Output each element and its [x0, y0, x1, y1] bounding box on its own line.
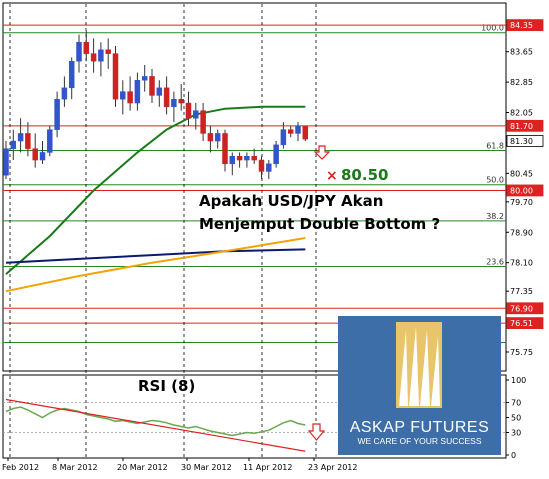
candle-body: [214, 133, 221, 142]
fib-label: 61.8: [486, 142, 504, 151]
price-tick-label: 75.75: [510, 348, 533, 357]
candle-body: [266, 163, 272, 172]
candle: [112, 46, 119, 107]
candle-body: [171, 98, 177, 108]
candle-body: [178, 98, 184, 104]
candle-body: [251, 155, 257, 161]
candle-body: [112, 53, 119, 100]
candle-body: [10, 140, 17, 149]
candle: [47, 125, 53, 157]
candle-body: [287, 129, 294, 134]
rsi-tick-label: 30: [511, 429, 521, 438]
askap-logo: ASKAP FUTURES WE CARE OF YOUR SUCCESS: [338, 316, 501, 455]
chart-svg: 100.061.850.038.223.6 84.3583.6582.8582.…: [2, 2, 544, 472]
candle-body: [32, 148, 38, 161]
rsi-title: RSI (8): [138, 377, 195, 395]
candle: [273, 141, 279, 168]
fib-label: 50.0: [486, 176, 504, 185]
price-tick-label: 82.05: [510, 109, 533, 118]
candle-body: [90, 53, 97, 62]
candle-body: [120, 91, 126, 100]
candle-body: [54, 98, 60, 130]
candle-body: [134, 79, 141, 104]
candle-body: [105, 49, 111, 54]
candle-body: [156, 87, 163, 96]
candle-body: [222, 133, 228, 165]
candle-body: [273, 144, 279, 165]
target-label: 80.50: [341, 166, 388, 184]
candle-body: [244, 155, 250, 161]
candle-body: [3, 148, 9, 176]
cross-icon: ×: [326, 168, 338, 184]
candle-body: [39, 152, 46, 161]
logo-tagline: WE CARE OF YOUR SUCCESS: [357, 436, 481, 446]
price-tick-label: 82.85: [510, 78, 533, 87]
candle-body: [76, 41, 82, 62]
price-box-label: 81.70: [510, 122, 533, 131]
candle-body: [280, 129, 287, 146]
price-box-label: 84.35: [510, 21, 533, 30]
price-tick-label: 77.35: [510, 287, 533, 296]
rsi-tick-label: 100: [511, 376, 526, 385]
price-box-label: 76.90: [510, 304, 533, 313]
logo-emblem-icon: [396, 322, 442, 408]
rsi-tick-label: 70: [511, 399, 521, 408]
logo-brand: ASKAP FUTURES: [350, 419, 490, 436]
candle-body: [61, 87, 68, 100]
candle-body: [141, 76, 148, 81]
headline-line-2: Menjemput Double Bottom ?: [199, 215, 440, 233]
candle-body: [47, 129, 53, 153]
price-tick-label: 78.90: [510, 228, 533, 237]
fib-label: 23.6: [486, 257, 504, 266]
price-tick-label: 78.10: [510, 259, 533, 268]
candle-body: [236, 155, 243, 161]
candle-body: [302, 125, 309, 140]
price-axis: 84.3583.6582.8582.0581.2580.4579.7078.90…: [506, 21, 533, 460]
candle-body: [229, 155, 236, 165]
time-tick-label: 11 Apr 2012: [243, 463, 292, 472]
price-tick-label: 83.65: [510, 48, 533, 57]
candle-body: [149, 76, 155, 96]
time-tick-label: 20 Mar 2012: [117, 463, 168, 472]
price-box-label: 81.30: [510, 137, 533, 146]
candle-body: [193, 110, 199, 119]
candle-body: [83, 41, 90, 54]
candle-body: [295, 125, 301, 134]
time-tick-label: 8 Mar 2012: [52, 463, 98, 472]
time-tick-label: 23 Apr 2012: [308, 463, 357, 472]
rsi-tick-label: 50: [511, 414, 521, 423]
price-tick-label: 80.45: [510, 169, 533, 178]
candle: [302, 125, 309, 142]
candle-body: [258, 159, 265, 172]
candle-body: [163, 87, 170, 108]
candle-body: [68, 60, 75, 89]
time-tick-label: 30 Mar 2012: [181, 463, 232, 472]
rsi-tick-label: 0: [511, 451, 516, 460]
time-axis: Feb 2012 8 Mar 2012 20 Mar 2012 30 Mar 2012…: [2, 458, 357, 472]
chart-stage: 100.061.850.038.223.6 84.3583.6582.8582.…: [0, 0, 549, 479]
target-marker: × 80.50: [326, 166, 388, 184]
candle-body: [207, 133, 214, 142]
headline-line-1: Apakah USD/JPY Akan: [199, 192, 383, 210]
price-tick-label: 79.70: [510, 198, 533, 207]
time-tick-label: Feb 2012: [2, 463, 39, 472]
candle-body: [98, 49, 104, 62]
price-box-label: 76.51: [510, 319, 533, 328]
candle-body: [185, 102, 192, 119]
price-box-label: 80.00: [510, 186, 533, 195]
candle-body: [127, 91, 133, 104]
candle-body: [25, 133, 31, 149]
candle-body: [200, 110, 206, 134]
candle-body: [17, 133, 24, 142]
fib-label: 38.2: [486, 212, 504, 221]
